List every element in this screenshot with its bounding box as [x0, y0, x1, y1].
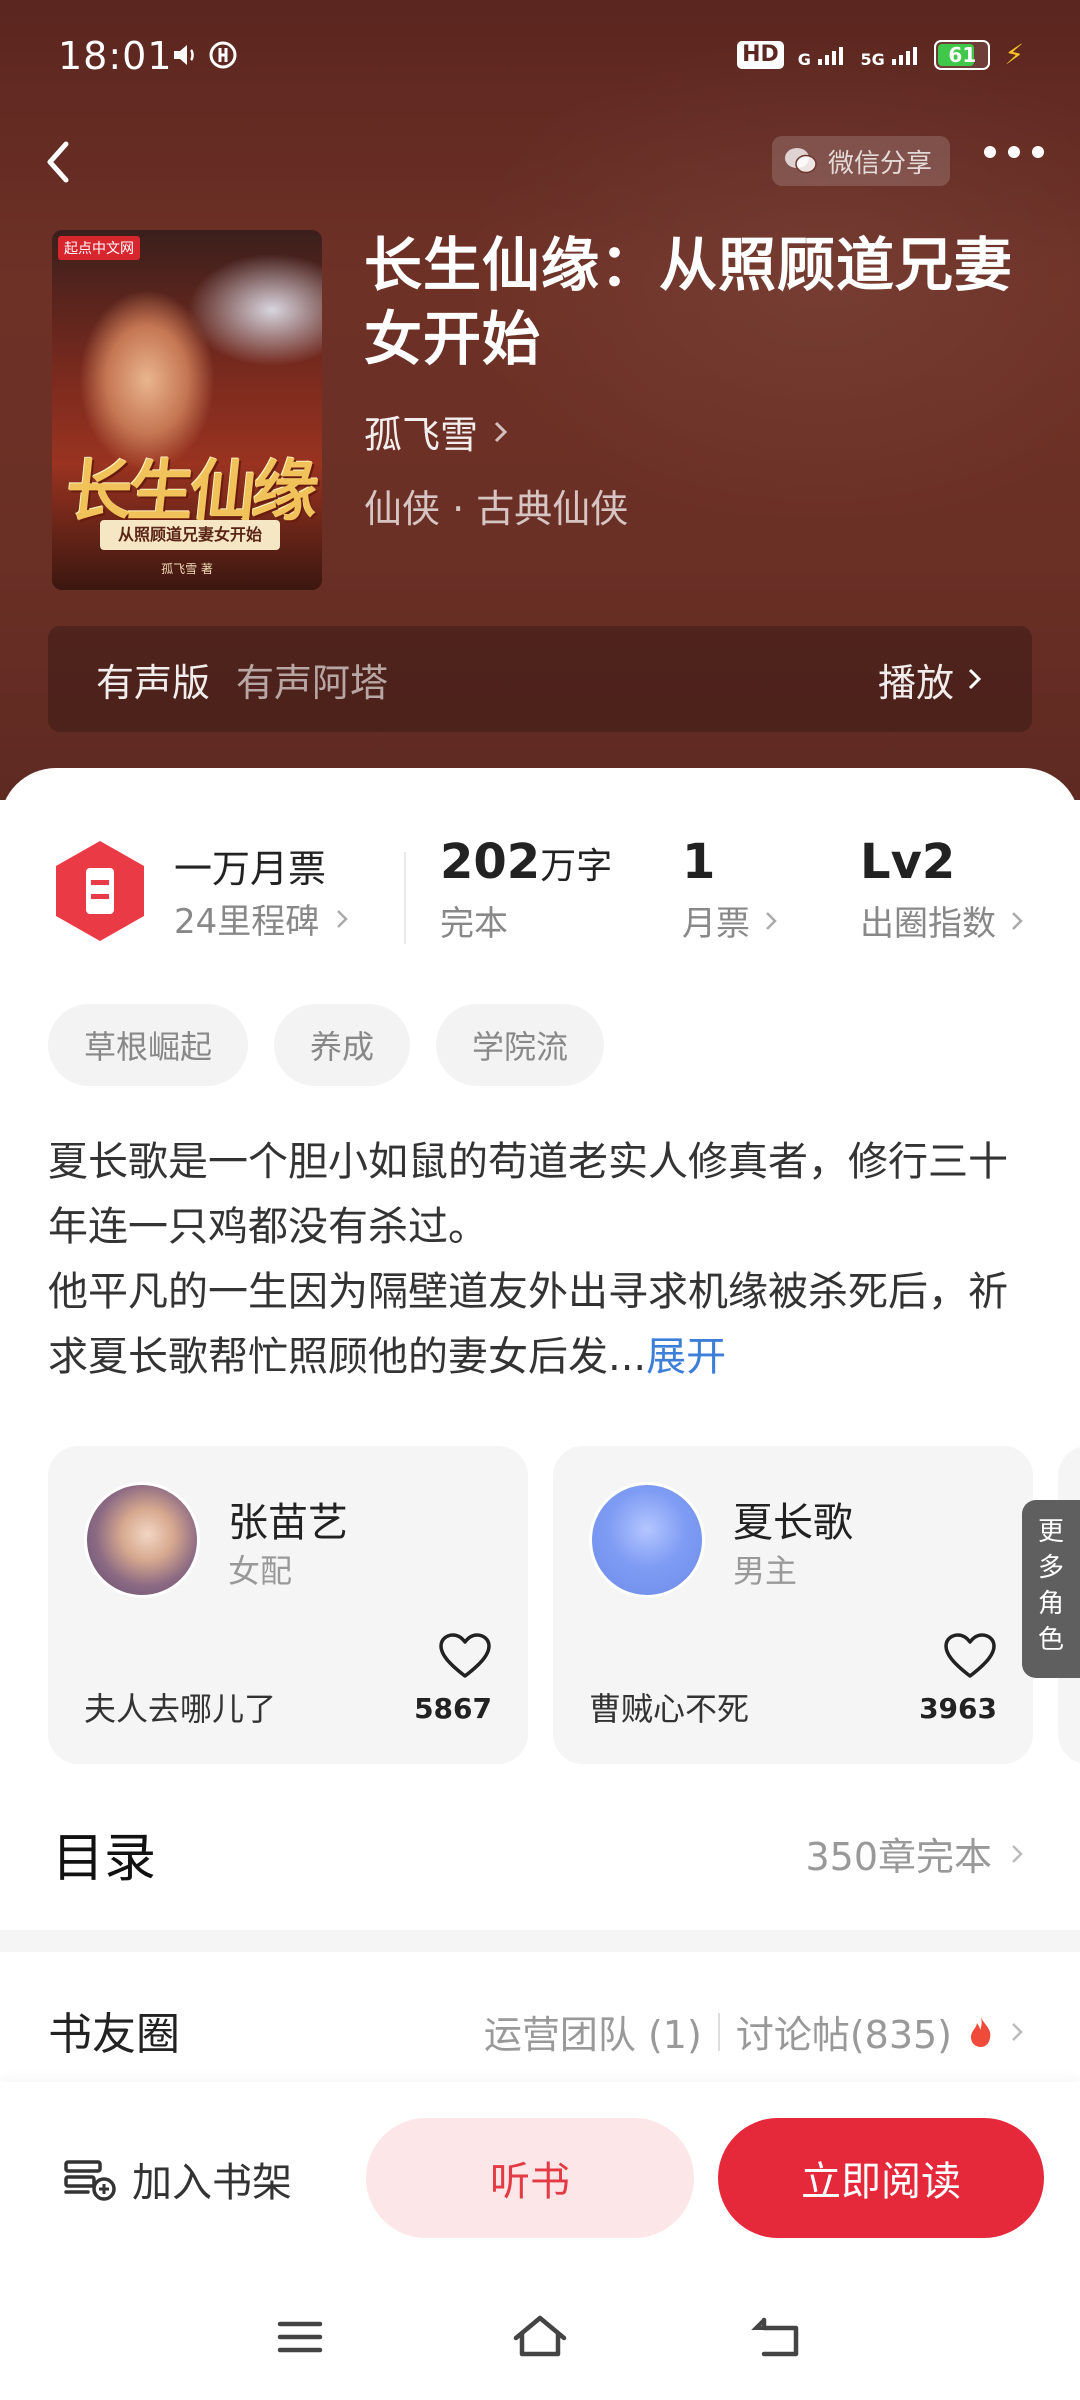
- discussions-link[interactable]: 讨论帖(835): [736, 2004, 952, 2059]
- add-to-shelf-button[interactable]: 加入书架: [62, 2150, 292, 2208]
- synopsis-text: 夏长歌是一个胆小如鼠的苟道老实人修真者，修行三十年连一只鸡都没有杀过。 他平凡的…: [48, 1139, 1008, 1380]
- influence-link[interactable]: 出圈指数: [860, 896, 1024, 945]
- home-icon[interactable]: [510, 2312, 570, 2362]
- tag-chip[interactable]: 草根崛起: [48, 1004, 249, 1086]
- system-nav-bar: [0, 2272, 1080, 2400]
- section-divider: [0, 1930, 1080, 1952]
- like-count: 5867: [414, 1692, 492, 1725]
- cover-publisher-badge: 起点中文网: [58, 236, 140, 260]
- status-bar: 18:01 HD G 5G 61 ⚡: [0, 0, 1080, 116]
- stats-divider: [404, 852, 406, 944]
- milestone-link[interactable]: 24里程碑: [174, 894, 349, 943]
- listen-button[interactable]: 听书: [366, 2118, 694, 2238]
- table-of-contents-row[interactable]: 目录 350章完本: [0, 1798, 1080, 1889]
- status-time: 18:01: [58, 34, 173, 78]
- chevron-right-icon: [337, 909, 349, 928]
- character-role: 男主: [733, 1552, 798, 1590]
- expand-link[interactable]: 展开: [646, 1334, 726, 1380]
- more-roles-tab[interactable]: 更多角色: [1022, 1500, 1080, 1678]
- completion-status: 完本: [440, 904, 508, 944]
- signal-2-icon: 5G: [860, 43, 920, 67]
- back-icon[interactable]: [30, 132, 90, 192]
- chevron-right-icon: [1012, 911, 1023, 930]
- character-quote: 夫人去哪儿了: [84, 1690, 277, 1728]
- back-nav-icon[interactable]: [750, 2312, 810, 2362]
- character-card[interactable]: 夏长歌 男主 曹贼心不死 3963: [553, 1446, 1033, 1764]
- data-saver-icon: [209, 41, 237, 69]
- menu-icon[interactable]: [270, 2312, 330, 2362]
- monthly-votes-value: 1: [682, 834, 716, 890]
- book-title: 长生仙缘：从照顾道兄妻女开始: [364, 231, 1014, 373]
- add-shelf-icon: [64, 2160, 116, 2201]
- author-link[interactable]: 孤飞雪: [364, 404, 510, 459]
- signal-bars-icon: [818, 46, 844, 65]
- signal-1-icon: G: [798, 43, 847, 67]
- audio-label: 有声版: [96, 660, 211, 705]
- wechat-icon: [784, 148, 817, 174]
- hd-badge: HD: [737, 40, 784, 69]
- heart-icon[interactable]: [943, 1632, 997, 1680]
- wechat-share-button[interactable]: 微信分享: [771, 136, 950, 186]
- battery-icon: 61: [934, 39, 991, 70]
- monthly-votes-link[interactable]: 月票: [682, 896, 778, 945]
- character-avatar: [589, 1482, 705, 1598]
- audio-edition-bar[interactable]: 有声版 有声阿塔 播放: [48, 626, 1032, 732]
- read-now-button[interactable]: 立即阅读: [718, 2118, 1044, 2238]
- cover-author: 孤飞雪 著: [161, 562, 213, 576]
- chevron-right-icon: [766, 911, 777, 930]
- heart-icon[interactable]: [438, 1632, 492, 1680]
- tag-chip[interactable]: 养成: [274, 1004, 411, 1086]
- more-roles-label: 更多角色: [1037, 1517, 1064, 1655]
- signal-bars-2-icon: [892, 46, 918, 65]
- book-circle-row[interactable]: 书友圈 运营团队 (1) 讨论帖(835): [0, 1992, 1080, 2072]
- influence-value: Lv2: [860, 834, 956, 890]
- chevron-right-icon: [1012, 2022, 1023, 2041]
- toc-title: 目录: [52, 1829, 157, 1889]
- character-role: 女配: [228, 1552, 293, 1590]
- chevron-right-icon: [494, 421, 508, 442]
- tag-chip[interactable]: 学院流: [436, 1004, 605, 1086]
- status-right: HD G 5G 61 ⚡: [737, 38, 1024, 71]
- book-circle-title: 书友圈: [48, 2009, 180, 2060]
- more-options-icon[interactable]: [984, 146, 1044, 158]
- chevron-right-icon: [968, 668, 982, 690]
- character-quote: 曹贼心不死: [589, 1690, 750, 1728]
- divider: [717, 2012, 720, 2051]
- monthly-ticket-icon: [56, 841, 144, 941]
- chevron-right-icon: [1012, 1844, 1023, 1863]
- book-genre: 仙侠 · 古典仙侠: [364, 487, 629, 531]
- like-count: 3963: [919, 1692, 997, 1725]
- word-count: 202万字: [440, 834, 613, 890]
- book-circle-info: 运营团队 (1) 讨论帖(835): [484, 2004, 1024, 2059]
- bottom-action-bar: 加入书架 听书 立即阅读: [0, 2082, 1080, 2272]
- top-nav: 微信分享: [0, 118, 1080, 208]
- book-cover[interactable]: 起点中文网 长生仙缘 从照顾道兄妻女开始 孤飞雪 著: [52, 230, 322, 590]
- audio-source: 有声阿塔: [236, 660, 389, 705]
- book-hero: 18:01 HD G 5G 61 ⚡ 微信分享 起点中文网 长生仙缘 从照顾道兄…: [0, 0, 1080, 800]
- flame-icon: [971, 2016, 991, 2047]
- tag-list: 草根崛起 养成 学院流: [48, 1004, 605, 1086]
- author-name: 孤飞雪: [364, 413, 479, 457]
- character-list: 张苗艺 女配 夫人去哪儿了 5867 夏长歌 男主 曹贼心不死 3963: [48, 1446, 1080, 1766]
- audio-play-button[interactable]: 播放: [878, 652, 984, 707]
- milestone-title: 一万月票: [174, 847, 327, 891]
- cover-subtitle: 从照顾道兄妻女开始: [100, 520, 280, 550]
- cover-title: 长生仙缘: [62, 452, 319, 530]
- character-name: 夏长歌: [733, 1500, 853, 1546]
- volume-icon: [174, 45, 194, 65]
- character-card[interactable]: 张苗艺 女配 夫人去哪儿了 5867: [48, 1446, 528, 1764]
- share-label: 微信分享: [827, 148, 932, 179]
- charging-icon: ⚡: [1004, 38, 1024, 71]
- character-name: 张苗艺: [228, 1500, 348, 1546]
- character-avatar: [84, 1482, 200, 1598]
- toc-info: 350章完本: [805, 1826, 1024, 1881]
- ops-team-link[interactable]: 运营团队 (1): [484, 2004, 702, 2059]
- synopsis[interactable]: 夏长歌是一个胆小如鼠的苟道老实人修真者，修行三十年连一只鸡都没有杀过。 他平凡的…: [48, 1130, 1032, 1390]
